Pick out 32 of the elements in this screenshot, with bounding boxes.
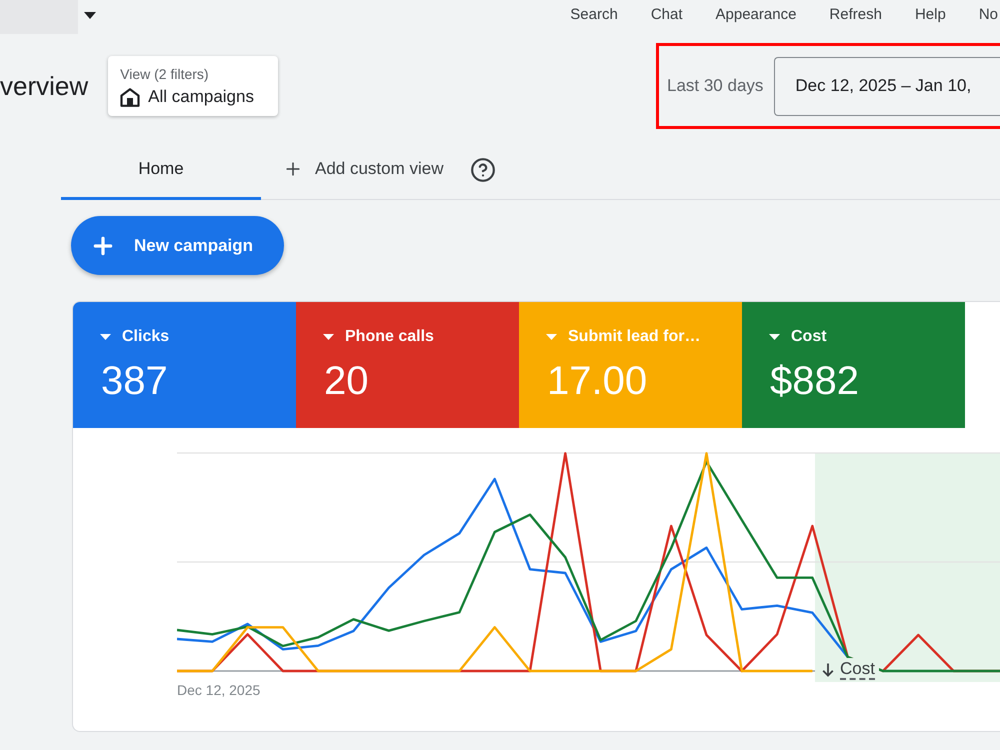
- metric-value: 387: [100, 359, 169, 403]
- metric-label: Clicks: [122, 327, 170, 347]
- metric-value: 17.00: [546, 359, 648, 403]
- metric-label: Submit lead for…: [568, 327, 700, 347]
- page-title: verview: [0, 71, 88, 101]
- metric-label: Cost: [791, 327, 827, 347]
- nav-button[interactable]: Chat: [650, 6, 683, 24]
- nav-button[interactable]: No: [978, 6, 998, 24]
- home-icon: [120, 86, 140, 106]
- caret-icon: [100, 334, 111, 340]
- add-view-button[interactable]: Add custom view: [261, 140, 444, 200]
- metric-tile[interactable]: Clicks 387: [73, 302, 296, 428]
- caret-icon[interactable]: [84, 12, 96, 19]
- tab[interactable]: Home: [61, 140, 261, 200]
- nav-button[interactable]: Search: [570, 6, 618, 24]
- date-range-field[interactable]: Dec 12, 2025 – Jan 10,: [774, 56, 1000, 116]
- metric-value: $882: [769, 359, 860, 403]
- nav-button[interactable]: Appearance: [716, 6, 796, 24]
- caret-icon: [323, 334, 334, 340]
- metric-label: Phone calls: [345, 327, 434, 347]
- metric-value: 20: [323, 359, 370, 403]
- help-icon[interactable]: [470, 156, 496, 182]
- metric-tile[interactable]: Cost $882: [742, 302, 965, 428]
- axis-date-label: Dec 12, 2025: [177, 682, 260, 698]
- caret-icon: [769, 334, 780, 340]
- nav-button[interactable]: Refresh: [829, 6, 882, 24]
- caret-icon: [546, 334, 557, 340]
- nav-button[interactable]: Help: [914, 6, 946, 24]
- metric-tile[interactable]: Phone calls 20: [296, 302, 519, 428]
- view-selector-button[interactable]: View (2 filters) All campaigns: [108, 56, 278, 116]
- date-preset-label: Last 30 days: [667, 76, 764, 96]
- new-campaign-button[interactable]: New campaign: [71, 216, 284, 275]
